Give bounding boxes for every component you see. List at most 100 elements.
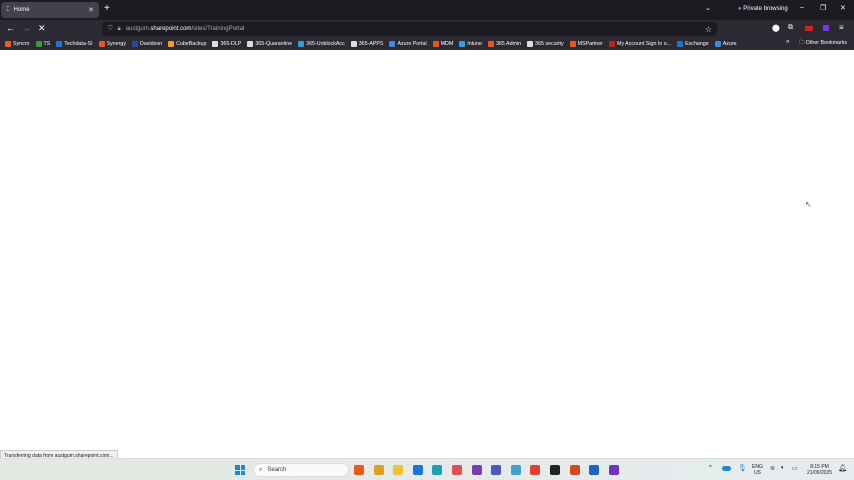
clock[interactable]: 8:15 PM 21/09/2025 <box>807 464 832 476</box>
bookmark-favicon-icon <box>56 40 63 47</box>
bookmark-favicon-icon <box>677 40 684 47</box>
bookmark-label: Azure Portal <box>397 40 427 47</box>
firefox-taskbar-icon[interactable] <box>354 465 364 475</box>
tab-bar: ⌶ Home ✕ + ⌄ ● Private browsing – ❐ ✕ <box>0 0 854 20</box>
onedrive-cloud-icon[interactable] <box>722 466 731 471</box>
bookmark-favicon-icon <box>5 40 11 47</box>
bookmark-label: Azure <box>722 40 737 47</box>
app-dark-taskbar-icon[interactable] <box>550 465 560 475</box>
bookmark-favicon-icon <box>350 40 357 47</box>
snipping-tool-taskbar-icon[interactable] <box>452 465 462 475</box>
notepad-taskbar-icon[interactable] <box>510 465 521 475</box>
bookmark-item[interactable]: CubeBackup <box>168 40 207 47</box>
bookmark-label: 365-DLP <box>220 40 242 47</box>
show-hidden-icons-chevron[interactable]: ^ <box>709 465 712 471</box>
bookmark-item[interactable]: 365-APPS <box>350 40 384 47</box>
bookmark-label: TS <box>43 40 51 47</box>
bookmark-item[interactable]: Davidson <box>132 40 162 47</box>
bookmark-label: MSPartner <box>577 40 603 47</box>
app-purple-taskbar-icon[interactable] <box>608 465 619 475</box>
notifications-bell-icon[interactable]: 🔔︎ <box>838 464 847 472</box>
bookmark-label: My Account Sign In o... <box>616 40 672 47</box>
powerpoint-taskbar-icon[interactable] <box>569 465 580 475</box>
more-bookmarks-chevron-icon[interactable]: » <box>786 39 789 45</box>
bookmark-item[interactable]: 365-DLP <box>212 40 242 47</box>
bookmark-item[interactable]: MSPartner <box>569 40 603 47</box>
bookmark-favicon-icon <box>247 40 254 47</box>
loading-page-icon: ⌶ <box>6 6 10 13</box>
language-indicator[interactable]: ENG US <box>752 464 763 476</box>
other-bookmarks[interactable]: 🗀︎ Other Bookmarks <box>799 39 847 48</box>
bookmark-favicon-icon <box>298 40 305 47</box>
bookmark-item[interactable]: 365-Quarantine <box>247 40 292 47</box>
bookmark-label: 365 Admin <box>496 40 522 47</box>
bookmark-item[interactable]: 365 Admin <box>488 40 522 47</box>
tab-home[interactable]: ⌶ Home ✕ <box>1 2 99 18</box>
restore-button[interactable]: ❐ <box>820 4 826 12</box>
close-tab-icon[interactable]: ✕ <box>88 6 94 14</box>
bookmark-label: 365-UnblockAcc <box>306 40 345 47</box>
bookmark-label: CubeBackup <box>176 40 207 47</box>
word-taskbar-icon[interactable] <box>589 465 600 475</box>
bookmark-favicon-icon <box>212 40 219 47</box>
extensions-puzzle-icon[interactable]: ⧉ <box>788 24 793 32</box>
forward-button[interactable]: → <box>22 23 31 33</box>
volume-icon[interactable]: 🔈︎ <box>781 465 785 472</box>
search-icon: ⌕ <box>259 466 263 473</box>
menu-hamburger-icon[interactable]: ≡ <box>839 23 844 32</box>
chrome-profile-taskbar-icon[interactable] <box>530 465 541 475</box>
new-tab-button[interactable]: + <box>104 3 110 14</box>
private-mask-icon: ● <box>738 6 742 12</box>
onenote-taskbar-icon[interactable] <box>471 465 482 475</box>
chrome-taskbar-icon[interactable] <box>373 465 384 475</box>
bookmark-favicon-icon <box>608 40 615 47</box>
microphone-icon[interactable]: 🎙︎ <box>738 464 747 472</box>
bookmark-item[interactable]: 365 security <box>527 40 564 47</box>
bookmark-favicon-icon <box>35 40 42 47</box>
bookmark-favicon-icon <box>132 40 138 47</box>
bookmark-item[interactable]: Exchange <box>677 40 709 47</box>
bookmark-item[interactable]: MDM <box>432 40 453 47</box>
red-extension-icon[interactable] <box>805 26 813 31</box>
edge-taskbar-icon[interactable] <box>432 465 443 475</box>
lock-icon[interactable]: 🔒︎ <box>118 26 121 33</box>
battery-icon[interactable]: ▭ <box>792 465 798 472</box>
bookmark-item[interactable]: Intune <box>459 40 482 47</box>
bookmark-label: Syncro <box>13 40 30 47</box>
tracking-shield-icon[interactable]: ⛉ <box>108 26 113 33</box>
bookmark-item[interactable]: Synergy <box>98 40 126 47</box>
search-label: Search <box>267 467 287 473</box>
extension-icon[interactable]: ⬤ <box>772 24 780 32</box>
back-button[interactable]: ← <box>6 23 15 33</box>
teams-taskbar-icon[interactable] <box>491 465 502 475</box>
list-tabs-chevron-icon[interactable]: ⌄ <box>705 4 711 12</box>
bookmark-item[interactable]: Azure <box>714 40 737 47</box>
purple-extension-icon[interactable] <box>823 25 829 31</box>
url-text: austgum.sharepoint.com/sites/TrainingPor… <box>125 26 245 32</box>
taskbar-search[interactable]: ⌕ Search <box>253 463 349 477</box>
outlook-taskbar-icon[interactable] <box>412 465 423 475</box>
bookmark-favicon-icon <box>459 40 466 47</box>
bookmark-item[interactable]: Azure Portal <box>389 40 427 47</box>
other-bookmarks-label: Other Bookmarks <box>805 40 848 46</box>
start-windows-icon[interactable] <box>235 465 245 475</box>
bookmark-label: 365-APPS <box>358 40 384 47</box>
bookmark-label: 365 security <box>535 40 564 47</box>
bookmark-label: Techdata-SI <box>64 40 93 47</box>
folder-icon: 🗀︎ <box>799 40 805 46</box>
bookmark-item[interactable]: Syncro <box>5 40 30 47</box>
navigation-toolbar: ← → ✕ ⛉ 🔒︎ austgum.sharepoint.com/sites/T… <box>0 20 854 37</box>
bookmark-item[interactable]: My Account Sign In o... <box>608 40 672 47</box>
bookmark-favicon-icon <box>389 40 396 47</box>
address-bar[interactable]: ⛉ 🔒︎ austgum.sharepoint.com/sites/Trainin… <box>102 22 717 36</box>
bookmark-item[interactable]: TS <box>35 40 51 47</box>
stop-loading-button[interactable]: ✕ <box>38 23 46 34</box>
bookmark-favicon-icon <box>569 40 576 47</box>
bookmark-star-icon[interactable]: ☆ <box>705 25 712 34</box>
bookmark-item[interactable]: Techdata-SI <box>56 40 93 47</box>
file-explorer-taskbar-icon[interactable] <box>393 465 404 475</box>
wifi-icon[interactable]: ≋ <box>770 465 775 472</box>
minimize-button[interactable]: – <box>800 4 804 11</box>
close-window-button[interactable]: ✕ <box>840 4 846 12</box>
bookmark-item[interactable]: 365-UnblockAcc <box>298 40 345 47</box>
